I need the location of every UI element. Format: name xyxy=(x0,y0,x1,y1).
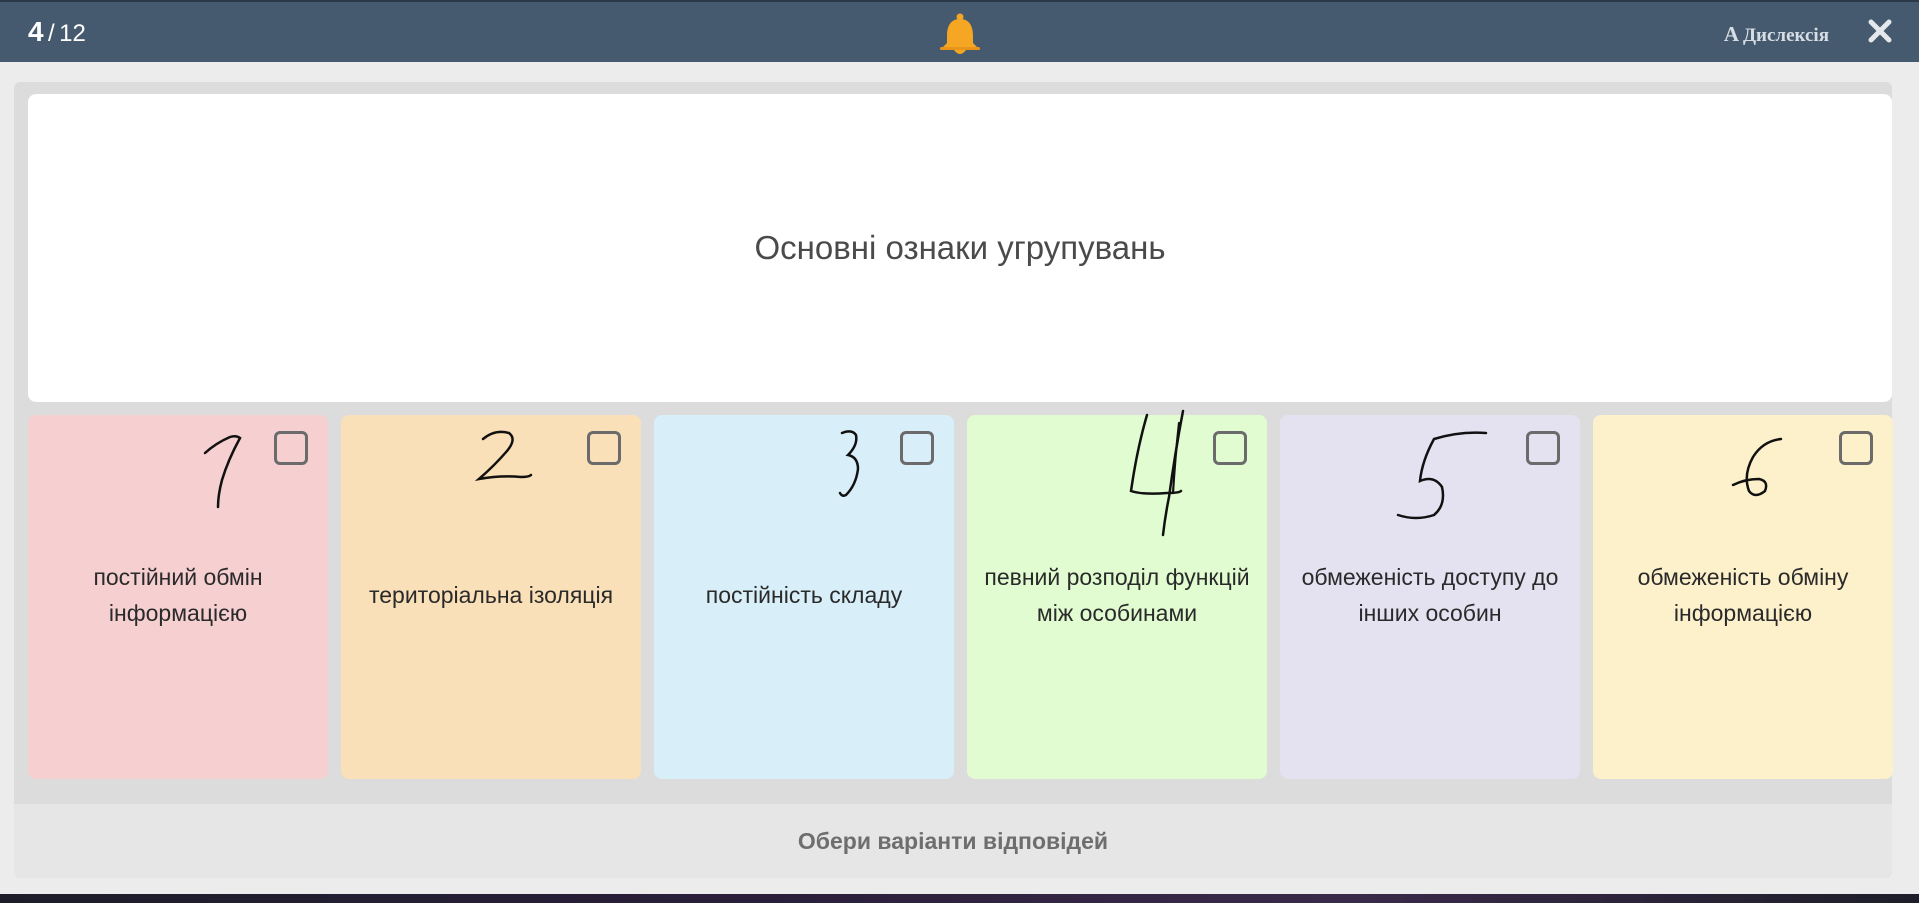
desktop-taskbar-strip xyxy=(0,894,1919,903)
answer-label-2: територіальна ізоляція xyxy=(368,582,614,608)
bell-icon xyxy=(940,13,980,54)
quiz-panel: Основні ознаки угрупувань постійний обмі… xyxy=(14,82,1893,878)
answer-option-3[interactable]: постійність складу xyxy=(654,415,954,779)
question-card: Основні ознаки угрупувань xyxy=(28,94,1892,402)
answer-checkbox-5[interactable] xyxy=(1526,431,1560,465)
answer-options: постійний обмін інформацією територіальн… xyxy=(28,409,1893,779)
question-counter: 4 / 12 xyxy=(28,16,86,48)
answer-checkbox-3[interactable] xyxy=(900,431,934,465)
counter-separator: / xyxy=(48,20,55,47)
answer-label-5: обмеженість доступу до інших особин xyxy=(1301,564,1559,626)
handwritten-number-4 xyxy=(1129,409,1185,537)
close-icon[interactable] xyxy=(1865,16,1895,46)
top-bar: 4 / 12 A Дислексія xyxy=(0,0,1919,62)
answer-checkbox-2[interactable] xyxy=(587,431,621,465)
question-text: Основні ознаки угрупувань xyxy=(754,229,1166,266)
answer-label-4: певний розподіл функцій між особинами xyxy=(984,564,1250,626)
handwritten-number-3 xyxy=(838,430,860,497)
current-question-number: 4 xyxy=(28,16,44,47)
answer-label-1: постійний обмін інформацією xyxy=(93,564,263,626)
dyslexia-toggle[interactable]: A Дислексія xyxy=(1724,22,1829,47)
answer-checkbox-1[interactable] xyxy=(274,431,308,465)
total-questions: 12 xyxy=(59,20,86,47)
answer-option-5[interactable]: обмеженість доступу до інших особин xyxy=(1280,415,1580,779)
answer-option-6[interactable]: обмеженість обміну інформацією xyxy=(1593,415,1893,779)
answer-option-1[interactable]: постійний обмін інформацією xyxy=(28,415,328,779)
answer-checkbox-4[interactable] xyxy=(1213,431,1247,465)
submit-prompt-text: Обери варіанти відповідей xyxy=(797,827,1109,854)
handwritten-number-1 xyxy=(203,434,242,509)
dyslexia-icon: A xyxy=(1723,22,1739,46)
answer-option-4[interactable]: певний розподіл функцій між особинами xyxy=(967,409,1267,779)
handwritten-number-5 xyxy=(1396,431,1488,520)
answer-option-2[interactable]: територіальна ізоляція xyxy=(341,415,641,779)
submit-prompt-bar[interactable]: Обери варіанти відповідей xyxy=(14,804,1892,878)
answer-checkbox-6[interactable] xyxy=(1839,431,1873,465)
answer-label-6: обмеженість обміну інформацією xyxy=(1637,564,1849,626)
dyslexia-label: Дислексія xyxy=(1742,25,1829,46)
handwritten-number-2 xyxy=(474,430,533,482)
handwritten-number-6 xyxy=(1731,437,1783,497)
answer-label-3: постійність складу xyxy=(705,582,903,608)
